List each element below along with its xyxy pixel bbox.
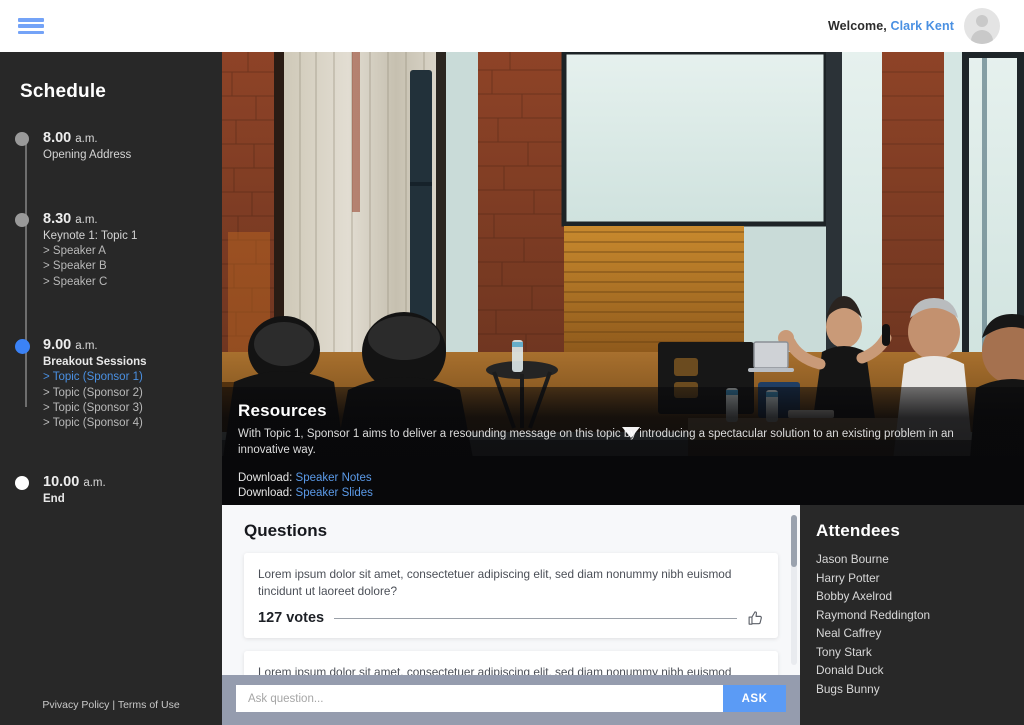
timeline-dot-icon <box>15 212 29 227</box>
timeline-item-opening-address[interactable]: 8.00 a.m. Opening Address <box>15 129 222 164</box>
attendee-item: Tony Stark <box>816 644 872 659</box>
timeline-item-breakout-sessions[interactable]: 9.00 a.m. Breakout Sessions > Topic (Spo… <box>15 336 222 431</box>
timeline-item-title: Opening Address <box>43 149 132 162</box>
timeline-subitem-speaker-b[interactable]: > Speaker B <box>43 259 222 274</box>
timeline-dot-active-icon <box>15 338 30 354</box>
timeline-item-title: Breakout Sessions <box>43 355 147 368</box>
user-avatar-icon[interactable] <box>964 8 1000 44</box>
timeline-gap <box>20 290 222 336</box>
timeline-time: 10.00 a.m. <box>43 473 222 491</box>
hamburger-bar <box>18 30 44 34</box>
vote-divider <box>334 617 737 619</box>
timeline-dot-icon <box>15 132 29 146</box>
attendee-item: Jason Bourne <box>816 552 889 566</box>
footer-links: Pvivacy Policy | Terms of Use <box>0 699 222 711</box>
timeline-subitem-speaker-a[interactable]: > Speaker A <box>43 244 222 259</box>
hamburger-bar <box>18 24 44 28</box>
attendee-item: Bugs Bunny <box>816 681 880 696</box>
ask-question-bar: ASK <box>236 685 786 712</box>
chevron-down-icon[interactable] <box>622 427 640 438</box>
attendee-item: Harry Potter <box>816 570 880 585</box>
user-welcome: Welcome, Clark Kent <box>828 8 1000 44</box>
timeline-time-ampm: a.m. <box>83 477 106 490</box>
session-video-hero[interactable]: Resources With Topic 1, Sponsor 1 aims t… <box>222 52 1024 505</box>
attendee-item: Bobby Axelrod <box>816 589 893 604</box>
app-root: Welcome, Clark Kent Schedule 8.00 a.m. O… <box>0 0 1024 725</box>
timeline-dot-icon <box>15 476 29 491</box>
timeline-item-title: Keynote 1: Topic 1 <box>43 229 138 242</box>
ask-question-input[interactable] <box>236 685 723 712</box>
speaker-slides-link[interactable]: Speaker Slides <box>296 487 373 499</box>
timeline-time-ampm: a.m. <box>75 133 98 145</box>
question-card[interactable]: Lorem ipsum dolor sit amet, consectetuer… <box>244 553 778 638</box>
question-vote-count: 127 votes <box>258 610 325 626</box>
footer-separator: | <box>112 699 116 711</box>
resources-downloads: Download: Speaker Notes Download: Speake… <box>238 471 1002 501</box>
question-text: Lorem ipsum dolor sit amet, consectetuer… <box>258 567 732 598</box>
welcome-prefix: Welcome, <box>827 19 887 33</box>
thumbs-up-icon[interactable] <box>747 610 764 627</box>
hamburger-bar <box>18 18 44 22</box>
timeline-time-value: 9.00 <box>43 336 72 353</box>
timeline-time: 9.00 a.m. <box>43 336 222 354</box>
privacy-policy-link[interactable]: Pvivacy Policy <box>42 699 109 711</box>
download-row-speaker-slides: Download: Speaker Slides <box>238 486 1002 501</box>
welcome-label: Welcome, Clark Kent <box>828 19 954 33</box>
resources-description: With Topic 1, Sponsor 1 aims to deliver … <box>238 428 954 457</box>
timeline-subitem-topic-sponsor-2[interactable]: > Topic (Sponsor 2) <box>43 386 222 401</box>
timeline-time-value: 8.30 <box>43 210 72 227</box>
timeline-gap <box>20 164 222 210</box>
timeline-item-title: End <box>43 493 65 506</box>
attendees-title: Attendees <box>816 521 900 540</box>
terms-of-use-link[interactable]: Terms of Use <box>118 699 180 711</box>
user-name-link[interactable]: Clark Kent <box>890 19 954 33</box>
sidebar: Schedule 8.00 a.m. Opening Address 8.30 … <box>0 52 222 725</box>
speaker-notes-link[interactable]: Speaker Notes <box>296 472 372 484</box>
timeline-item-end[interactable]: 10.00 a.m. End <box>15 473 222 508</box>
timeline-time: 8.30 a.m. <box>43 210 222 228</box>
timeline-item-keynote-1[interactable]: 8.30 a.m. Keynote 1: Topic 1 > Speaker A… <box>15 210 222 290</box>
timeline-time: 8.00 a.m. <box>43 129 222 147</box>
timeline-subitem-topic-sponsor-1[interactable]: > Topic (Sponsor 1) <box>43 370 222 385</box>
download-row-speaker-notes: Download: Speaker Notes <box>238 471 1002 486</box>
timeline-time-value: 10.00 <box>43 474 80 491</box>
attendee-item: Donald Duck <box>816 663 884 678</box>
timeline-time-ampm: a.m. <box>75 213 98 226</box>
timeline-time-value: 8.00 <box>43 130 72 146</box>
hamburger-menu-icon[interactable] <box>18 16 44 36</box>
resources-panel: Resources With Topic 1, Sponsor 1 aims t… <box>222 387 1024 505</box>
timeline-gap <box>20 431 222 473</box>
scrollbar-thumb[interactable] <box>791 515 797 567</box>
download-label: Download: <box>238 471 293 484</box>
attendee-item: Raymond Reddington <box>816 607 931 622</box>
schedule-timeline: 8.00 a.m. Opening Address 8.30 a.m. Keyn… <box>0 129 222 508</box>
timeline-subitem-topic-sponsor-4[interactable]: > Topic (Sponsor 4) <box>43 416 222 431</box>
questions-title: Questions <box>244 521 328 540</box>
top-bar: Welcome, Clark Kent <box>0 0 1024 52</box>
question-vote-row: 127 votes <box>258 610 764 627</box>
resources-title: Resources <box>238 401 327 420</box>
ask-button[interactable]: ASK <box>723 685 786 712</box>
attendee-item: Neal Caffrey <box>816 626 882 641</box>
schedule-title: Schedule <box>20 81 107 102</box>
timeline-subitem-topic-sponsor-3[interactable]: > Topic (Sponsor 3) <box>43 401 222 416</box>
questions-scrollbar[interactable] <box>791 515 797 665</box>
download-label: Download: <box>238 486 293 499</box>
timeline-subitem-speaker-c[interactable]: > Speaker C <box>43 275 222 290</box>
attendees-panel: Attendees Jason Bourne Harry Potter Bobb… <box>800 505 1024 725</box>
timeline-time-ampm: a.m. <box>75 339 98 352</box>
